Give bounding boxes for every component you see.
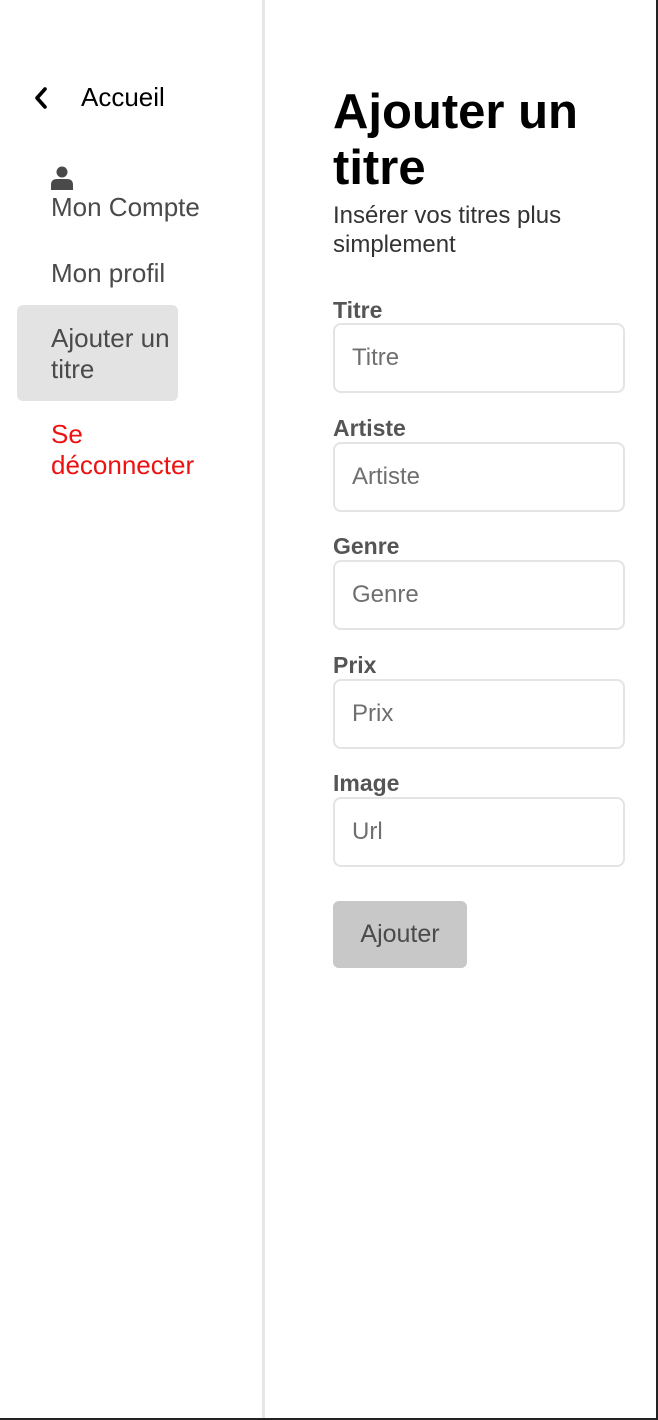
artist-field-label: Artiste (333, 415, 406, 441)
back-home-label: Accueil (81, 82, 165, 112)
price-field-label: Prix (333, 652, 377, 678)
sidebar-item-account[interactable]: Mon Compte (51, 166, 200, 223)
add-button[interactable]: Ajouter (333, 901, 467, 968)
back-home-link[interactable]: Accueil (34, 82, 165, 113)
title-field-label: Titre (333, 297, 383, 323)
sidebar-item-add-title[interactable]: Ajouter un titre (17, 305, 178, 401)
page-subtitle: Insérer vos titres plus simplement (333, 202, 562, 258)
artist-input[interactable] (333, 442, 625, 512)
chevron-left-icon (35, 86, 47, 109)
title-input[interactable] (333, 323, 625, 393)
page-title: Ajouter un titre (333, 85, 578, 195)
sidebar-item-add-title-label: Ajouter un titre (51, 323, 170, 384)
sidebar-item-profile[interactable]: Mon profil (51, 258, 165, 289)
genre-field-label: Genre (333, 533, 400, 559)
app-frame: Accueil Mon Compte Mon profil Ajouter un… (0, 0, 658, 1420)
image-url-input[interactable] (333, 797, 625, 867)
user-icon (51, 166, 73, 190)
sidebar-item-logout[interactable]: Se déconnecter (51, 419, 221, 481)
sidebar: Accueil Mon Compte Mon profil Ajouter un… (0, 0, 265, 1418)
image-field-label: Image (333, 770, 400, 796)
sidebar-item-account-label: Mon Compte (51, 192, 200, 222)
genre-input[interactable] (333, 560, 625, 630)
price-input[interactable] (333, 679, 625, 749)
